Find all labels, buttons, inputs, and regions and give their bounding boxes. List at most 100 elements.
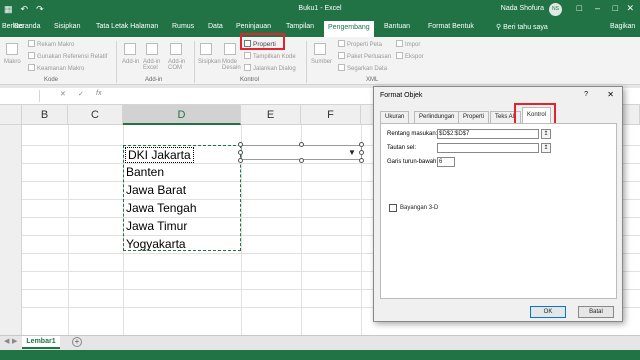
list-item[interactable]: DKI Jakarta xyxy=(125,147,194,163)
ekspor-label: Ekspor xyxy=(405,54,424,60)
sumber-button[interactable]: Sumber xyxy=(311,59,332,65)
enter-icon[interactable]: ✓ xyxy=(78,90,84,98)
list-item[interactable]: Jawa Timur xyxy=(126,219,187,233)
sheet-tab-lembar1[interactable]: Lembar1 xyxy=(22,336,60,349)
resize-handle[interactable] xyxy=(359,158,364,163)
list-item[interactable]: Banten xyxy=(126,165,164,179)
collapse-dialog-icon[interactable]: ↥ xyxy=(541,129,551,139)
paket-perluasan-button[interactable]: Paket Perluasan xyxy=(338,52,391,60)
column-header-e[interactable]: E xyxy=(241,105,301,125)
avatar[interactable]: NS xyxy=(549,3,562,16)
help-icon[interactable]: ? xyxy=(584,91,588,98)
column-header-f[interactable]: F xyxy=(301,105,361,125)
close-icon[interactable]: ✕ xyxy=(607,90,614,99)
tab-perlindungan[interactable]: Perlindungan xyxy=(414,111,460,123)
tab-beranda[interactable]: Beranda xyxy=(14,23,40,30)
row-headers[interactable] xyxy=(0,125,22,335)
close-icon[interactable]: ✕ xyxy=(626,3,634,14)
tab-format-bentuk[interactable]: Format Bentuk xyxy=(428,23,474,30)
resize-handle[interactable] xyxy=(238,142,243,147)
resize-handle[interactable] xyxy=(299,142,304,147)
insert-control-icon xyxy=(200,43,212,55)
jalankan-dialog-button[interactable]: Jalankan Dialog xyxy=(244,64,296,72)
bayangan-3d-checkbox[interactable] xyxy=(389,204,397,212)
share-button[interactable]: Bagikan xyxy=(610,23,635,30)
keamanan-makro-label: Keamanan Makro xyxy=(37,66,85,72)
next-sheet-icon[interactable]: ▶ xyxy=(12,337,17,345)
ok-button[interactable]: OK xyxy=(530,306,566,318)
select-all-corner[interactable] xyxy=(0,105,22,125)
properti-peta-label: Properti Peta xyxy=(347,42,383,48)
tautan-sel-input[interactable] xyxy=(437,143,539,153)
refresh-icon xyxy=(338,64,345,71)
impor-button[interactable]: Impor xyxy=(396,40,420,48)
ekspor-button[interactable]: Ekspor xyxy=(396,52,424,60)
collapse-dialog-icon[interactable]: ↥ xyxy=(541,143,551,153)
import-icon xyxy=(396,40,403,47)
tab-bantuan[interactable]: Bantuan xyxy=(384,23,410,30)
maximize-icon[interactable]: □ xyxy=(613,3,618,13)
mode-desain-button[interactable]: Mode Desain xyxy=(222,59,244,71)
rekam-makro-button[interactable]: Rekam Makro xyxy=(28,40,74,48)
resize-handle[interactable] xyxy=(359,142,364,147)
excel-addin-button[interactable]: Add-in Excel xyxy=(143,59,165,71)
highlight-properti xyxy=(240,33,285,50)
group-label-addin: Add-in xyxy=(145,77,163,83)
ribbon-separator xyxy=(194,41,195,83)
tab-tata-letak-halaman[interactable]: Tata Letak Halaman xyxy=(96,23,158,30)
view-code-icon xyxy=(244,52,251,59)
tab-peninjauan[interactable]: Peninjauan xyxy=(236,23,271,30)
rentang-masukan-input[interactable]: $D$2:$D$7 xyxy=(437,129,539,139)
tab-data[interactable]: Data xyxy=(208,23,223,30)
tab-properti[interactable]: Properti xyxy=(458,111,490,123)
province-list: DKI Jakarta Banten Jawa Barat Jawa Tenga… xyxy=(123,145,241,251)
status-bar xyxy=(0,350,640,360)
name-box[interactable] xyxy=(0,90,40,102)
sisipkan-button[interactable]: Sisipkan xyxy=(198,59,221,65)
user-name[interactable]: Nada Shofura xyxy=(501,5,544,12)
fx-icon[interactable]: fx xyxy=(96,90,101,97)
list-item[interactable]: Jawa Barat xyxy=(126,183,186,197)
cancel-icon[interactable]: ✕ xyxy=(60,90,66,98)
tampilkan-kode-button[interactable]: Tampilkan Kode xyxy=(244,52,296,60)
segarkan-data-button[interactable]: Segarkan Data xyxy=(338,64,387,72)
garis-turun-bawah-input[interactable]: 6 xyxy=(437,157,455,167)
cancel-button[interactable]: Batal xyxy=(578,306,614,318)
resize-handle[interactable] xyxy=(238,158,243,163)
makro-button[interactable]: Makro xyxy=(4,59,21,65)
group-label-kode: Kode xyxy=(44,77,59,83)
sheet-tab-bar: ◀ ▶ Lembar1 + xyxy=(0,335,640,350)
com-addin-icon xyxy=(170,43,182,55)
add-sheet-button[interactable]: + xyxy=(72,337,82,347)
com-addin-button[interactable]: Add-in COM xyxy=(168,59,190,71)
paket-perluasan-label: Paket Perluasan xyxy=(347,54,392,60)
referensi-relatif-button[interactable]: Gunakan Referensi Relatif xyxy=(28,52,107,60)
tab-ukuran[interactable]: Ukuran xyxy=(380,111,410,123)
column-header-d[interactable]: D xyxy=(123,105,241,125)
resize-handle[interactable] xyxy=(359,150,364,155)
resize-handle[interactable] xyxy=(238,150,243,155)
tab-rumus[interactable]: Rumus xyxy=(172,23,194,30)
column-header-c[interactable]: C xyxy=(68,105,123,125)
minimize-icon[interactable]: – xyxy=(595,3,600,13)
group-label-kontrol: Kontrol xyxy=(240,77,260,83)
tell-me-search[interactable]: ⚲ Beri tahu saya xyxy=(496,23,548,31)
addin-button[interactable]: Add-in xyxy=(122,59,139,65)
dialog-title: Format Objek xyxy=(380,92,423,99)
tab-pengembang[interactable]: Pengembang xyxy=(324,21,374,37)
highlight-kontrol-tab xyxy=(514,103,556,125)
resize-handle[interactable] xyxy=(299,158,304,163)
dropdown-arrow-icon[interactable]: ▼ xyxy=(345,148,359,158)
properti-peta-button[interactable]: Properti Peta xyxy=(338,40,382,48)
list-item[interactable]: Yogyakarta xyxy=(126,237,186,251)
column-header-b[interactable]: B xyxy=(22,105,68,125)
tab-tampilan[interactable]: Tampilan xyxy=(286,23,314,30)
format-object-dialog: Format Objek ? ✕ Ukuran Perlindungan Pro… xyxy=(373,86,623,322)
list-item[interactable]: Jawa Tengah xyxy=(126,201,197,215)
prev-sheet-icon[interactable]: ◀ xyxy=(4,337,9,345)
segarkan-data-label: Segarkan Data xyxy=(347,66,388,72)
keamanan-makro-button[interactable]: Keamanan Makro xyxy=(28,64,84,72)
ribbon-options-icon[interactable]: □ xyxy=(577,3,582,13)
run-dialog-icon xyxy=(244,64,251,71)
tab-sisipkan[interactable]: Sisipkan xyxy=(54,23,80,30)
